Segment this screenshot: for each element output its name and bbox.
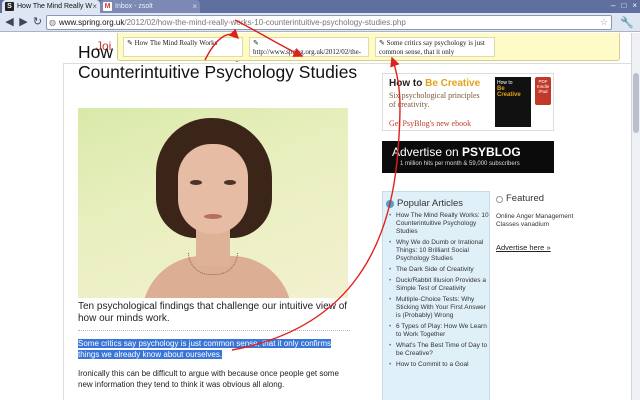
ebook-ad[interactable]: How to Be Creative Six psychological pri… [382, 73, 554, 131]
hero-left-eye [190, 180, 202, 185]
scroll-thumb[interactable] [633, 73, 639, 133]
popular-articles-title: Popular Articles [397, 198, 464, 209]
psyblog-brand: PSYBLOG [462, 145, 521, 159]
popular-article-link[interactable]: Multiple-Choice Tests: Why Sticking With… [387, 296, 489, 320]
tab-label: Inbox - zsolt [115, 3, 153, 10]
back-arrow-icon[interactable]: ◀ [3, 16, 16, 29]
advertise-tagline: 1 million hits per month & 59,000 subscr… [400, 161, 520, 167]
popular-article-link[interactable]: 6 Types of Play: How We Learn to Work To… [387, 323, 489, 339]
wrench-icon[interactable]: 🔧 [620, 16, 634, 29]
popular-articles-box: Popular Articles How The Mind Really Wor… [382, 191, 490, 400]
popular-article-link[interactable]: Why We do Dumb or Irrational Things: 10 … [387, 239, 489, 263]
popular-article-link[interactable]: The Dark Side of Creativity [387, 266, 489, 274]
close-icon[interactable]: × [192, 0, 197, 13]
ebook-ad-title-accent: Be Creative [425, 78, 481, 89]
divider [78, 330, 350, 331]
ebook-cover: How to Be Creative [495, 77, 531, 127]
featured-text[interactable]: Online Anger Management Classes vanadium [496, 213, 592, 229]
gmail-favicon-icon: M [103, 2, 112, 11]
ebook-ad-link[interactable]: Get PsyBlog's new ebook [389, 119, 471, 128]
spring-favicon-icon: S [5, 2, 14, 11]
preview-item-title[interactable]: ✎ How The Mind Really Works [123, 37, 243, 57]
globe-icon: ◍ [49, 18, 56, 27]
selected-text[interactable]: Some critics say psychology is just comm… [78, 338, 350, 360]
pin-icon: ✎ [253, 39, 259, 47]
preview-text: How The Mind Really Works [134, 39, 218, 47]
address-bar[interactable]: ◍ www.spring.org.uk/2012/02/how-the-mind… [46, 15, 612, 30]
preview-text: http://www.spring.org.uk/2012/02/the-min… [253, 48, 362, 56]
preview-item-selection[interactable]: ✎ Some critics say psychology is just co… [375, 37, 495, 57]
article-body-paragraph: Ironically this can be difficult to argu… [78, 369, 339, 389]
tab-spring-article[interactable]: S How The Mind Really W × [2, 0, 100, 13]
close-icon[interactable]: × [92, 0, 97, 13]
article-caption: Ten psychological findings that challeng… [78, 301, 348, 324]
ebook-ad-title-prefix: How to [389, 78, 426, 89]
minimize-icon[interactable]: – [611, 0, 615, 13]
advertise-banner[interactable]: Advertise on PSYBLOG 1 million hits per … [382, 141, 554, 173]
featured-title: Featured [506, 193, 545, 204]
ebook-cover-accent: Be Creative [497, 86, 521, 98]
window-controls: – □ × [611, 0, 637, 13]
popular-article-link[interactable]: How The Mind Really Works: 10 Counterint… [387, 212, 489, 236]
preview-text: Some critics say psychology is just comm… [379, 39, 485, 56]
advertise-prefix: Advertise on [392, 145, 463, 159]
popular-article-link[interactable]: How to Commit to a Goal [387, 361, 489, 369]
ebook-ad-subtitle: Six psychological principles of creativi… [389, 91, 480, 109]
hero-face [178, 144, 248, 234]
selection-highlight: Some critics say psychology is just comm… [78, 339, 331, 359]
popular-article-link[interactable]: Duck/Rabbit Illusion Provides a Simple T… [387, 277, 489, 293]
browser-toolbar: ◀ ▶ ↻ ◍ www.spring.org.uk/2012/02/how-th… [0, 13, 640, 32]
tab-strip: S How The Mind Really W × M Inbox - zsol… [0, 0, 640, 13]
ebook-ad-title: How to Be Creative [389, 78, 480, 89]
url-host: www.spring.org.uk [59, 18, 125, 27]
star-icon[interactable]: ☆ [600, 16, 608, 29]
close-window-icon[interactable]: × [632, 0, 637, 13]
reload-icon[interactable]: ↻ [31, 16, 44, 29]
maximize-icon[interactable]: □ [621, 0, 626, 13]
url-path: /2012/02/how-the-mind-really-works-10-co… [124, 18, 406, 27]
pin-icon: ✎ [379, 39, 387, 47]
vertical-scrollbar[interactable] [631, 33, 640, 400]
preview-item-url[interactable]: ✎ http://www.spring.org.uk/2012/02/the-m… [249, 37, 369, 57]
format-badge: PDF Kindle iPad [535, 77, 551, 105]
advertise-heading: Advertise on PSYBLOG [392, 145, 521, 159]
page-viewport: Joi How The Mind Really Works: 10 Counte… [0, 33, 631, 400]
preview-bar: ✎ How The Mind Really Works ✎ http://www… [117, 33, 620, 61]
tab-label: How The Mind Really W [17, 3, 92, 10]
article-hero-image [78, 108, 348, 298]
hero-lips [204, 214, 222, 219]
advertise-here-link[interactable]: Advertise here » [496, 243, 551, 252]
tab-inbox[interactable]: M Inbox - zsolt × [100, 0, 200, 13]
rss-bullet-icon [386, 200, 394, 208]
featured-bullet-icon [496, 196, 503, 203]
popular-article-link[interactable]: What's The Best Time of Day to be Creati… [387, 342, 489, 358]
popular-articles-list: How The Mind Really Works: 10 Counterint… [387, 212, 489, 372]
hero-right-eye [224, 180, 236, 185]
pin-icon: ✎ [127, 39, 135, 47]
forward-arrow-icon[interactable]: ▶ [17, 16, 30, 29]
